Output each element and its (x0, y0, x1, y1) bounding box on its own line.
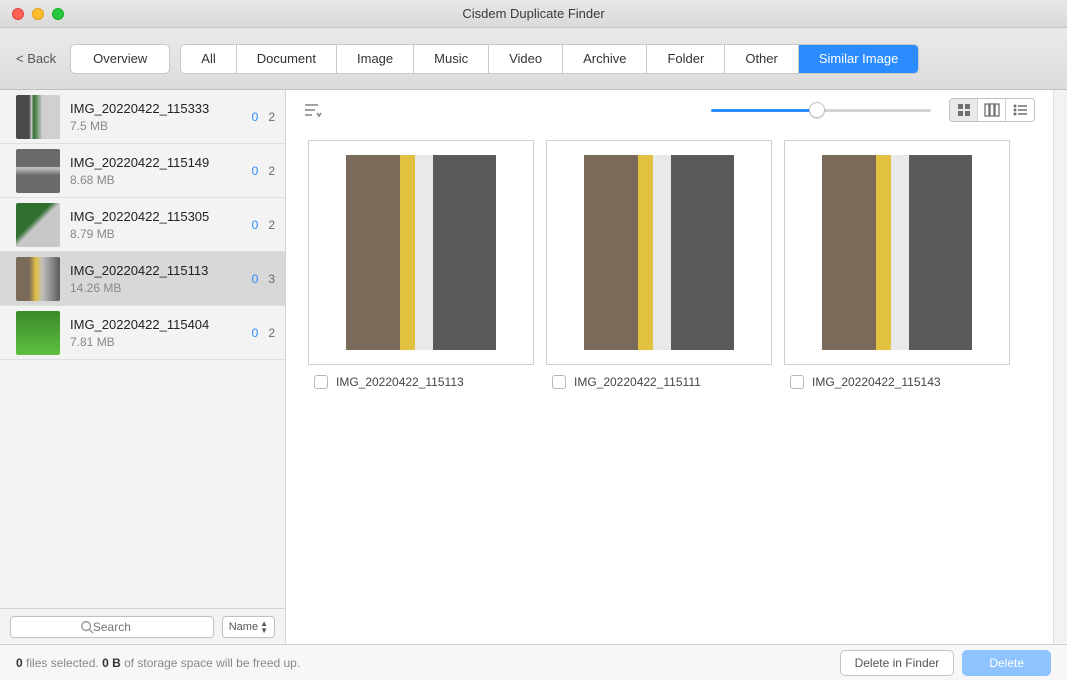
image-thumbnail (584, 155, 734, 350)
view-columns-icon[interactable] (978, 99, 1006, 121)
select-checkbox[interactable] (314, 375, 328, 389)
item-total-count: 2 (268, 218, 275, 232)
item-selected-count: 0 (252, 272, 259, 286)
tab-video[interactable]: Video (489, 45, 563, 73)
search-input[interactable] (11, 617, 213, 637)
item-size: 7.81 MB (70, 335, 242, 349)
item-size: 8.79 MB (70, 227, 242, 241)
sidebar: IMG_20220422_115333 7.5 MB 0 2 IMG_20220… (0, 90, 286, 644)
content-toolbar (286, 90, 1053, 130)
image-thumbnail (346, 155, 496, 350)
thumbnail-size-slider[interactable] (711, 100, 931, 120)
thumbnail-icon (16, 149, 60, 193)
select-checkbox[interactable] (552, 375, 566, 389)
sort-label: Name (229, 621, 258, 633)
tab-folder[interactable]: Folder (647, 45, 725, 73)
image-card[interactable]: IMG_20220422_115113 (308, 140, 534, 389)
view-list-icon[interactable] (1006, 99, 1034, 121)
list-item[interactable]: IMG_20220422_115113 14.26 MB 0 3 (0, 252, 285, 306)
thumbnail-icon (16, 203, 60, 247)
list-item[interactable]: IMG_20220422_115333 7.5 MB 0 2 (0, 90, 285, 144)
view-grid-icon[interactable] (950, 99, 978, 121)
delete-button[interactable]: Delete (962, 650, 1051, 676)
item-name: IMG_20220422_115404 (70, 317, 242, 332)
status-text: 0 files selected. 0 B of storage space w… (16, 656, 300, 670)
sort-options-icon[interactable] (304, 102, 322, 118)
item-size: 8.68 MB (70, 173, 242, 187)
list-item[interactable]: IMG_20220422_115149 8.68 MB 0 2 (0, 144, 285, 198)
thumbnail-icon (16, 257, 60, 301)
item-name: IMG_20220422_115149 (70, 155, 242, 170)
image-card[interactable]: IMG_20220422_115143 (784, 140, 1010, 389)
image-name: IMG_20220422_115111 (574, 375, 701, 389)
overview-button[interactable]: Overview (70, 44, 170, 74)
tab-similar-image[interactable]: Similar Image (799, 45, 918, 73)
tab-all[interactable]: All (181, 45, 236, 73)
tab-other[interactable]: Other (725, 45, 799, 73)
tab-archive[interactable]: Archive (563, 45, 647, 73)
item-total-count: 2 (268, 164, 275, 178)
category-tabs: All Document Image Music Video Archive F… (180, 44, 919, 74)
thumbnail-icon (16, 311, 60, 355)
tab-document[interactable]: Document (237, 45, 337, 73)
scrollbar[interactable] (1053, 90, 1067, 644)
item-selected-count: 0 (252, 110, 259, 124)
item-size: 14.26 MB (70, 281, 242, 295)
view-mode-segment (949, 98, 1035, 122)
tab-music[interactable]: Music (414, 45, 489, 73)
window-title: Cisdem Duplicate Finder (0, 6, 1067, 21)
titlebar: Cisdem Duplicate Finder (0, 0, 1067, 28)
select-checkbox[interactable] (790, 375, 804, 389)
list-item[interactable]: IMG_20220422_115404 7.81 MB 0 2 (0, 306, 285, 360)
image-card[interactable]: IMG_20220422_115111 (546, 140, 772, 389)
duplicate-group-list: IMG_20220422_115333 7.5 MB 0 2 IMG_20220… (0, 90, 285, 608)
list-item[interactable]: IMG_20220422_115305 8.79 MB 0 2 (0, 198, 285, 252)
thumbnail-icon (16, 95, 60, 139)
item-total-count: 2 (268, 110, 275, 124)
back-button[interactable]: < Back (16, 51, 56, 66)
sort-button[interactable]: Name ▲▼ (222, 616, 275, 638)
image-thumbnail (822, 155, 972, 350)
search-icon (80, 620, 94, 634)
item-total-count: 2 (268, 326, 275, 340)
item-total-count: 3 (268, 272, 275, 286)
item-selected-count: 0 (252, 218, 259, 232)
footer: 0 files selected. 0 B of storage space w… (0, 644, 1067, 680)
tab-image[interactable]: Image (337, 45, 414, 73)
image-grid: IMG_20220422_115113 IMG_20220422_115111 … (286, 130, 1053, 399)
toolbar: < Back Overview All Document Image Music… (0, 28, 1067, 90)
sidebar-bottom-bar: Name ▲▼ (0, 608, 285, 644)
image-name: IMG_20220422_115143 (812, 375, 941, 389)
sort-arrows-icon: ▲▼ (260, 620, 268, 634)
delete-in-finder-button[interactable]: Delete in Finder (840, 650, 955, 676)
image-name: IMG_20220422_115113 (336, 375, 464, 389)
item-name: IMG_20220422_115305 (70, 209, 242, 224)
item-selected-count: 0 (252, 164, 259, 178)
item-selected-count: 0 (252, 326, 259, 340)
item-size: 7.5 MB (70, 119, 242, 133)
item-name: IMG_20220422_115333 (70, 101, 242, 116)
item-name: IMG_20220422_115113 (70, 263, 242, 278)
search-input-wrap[interactable] (10, 616, 214, 638)
